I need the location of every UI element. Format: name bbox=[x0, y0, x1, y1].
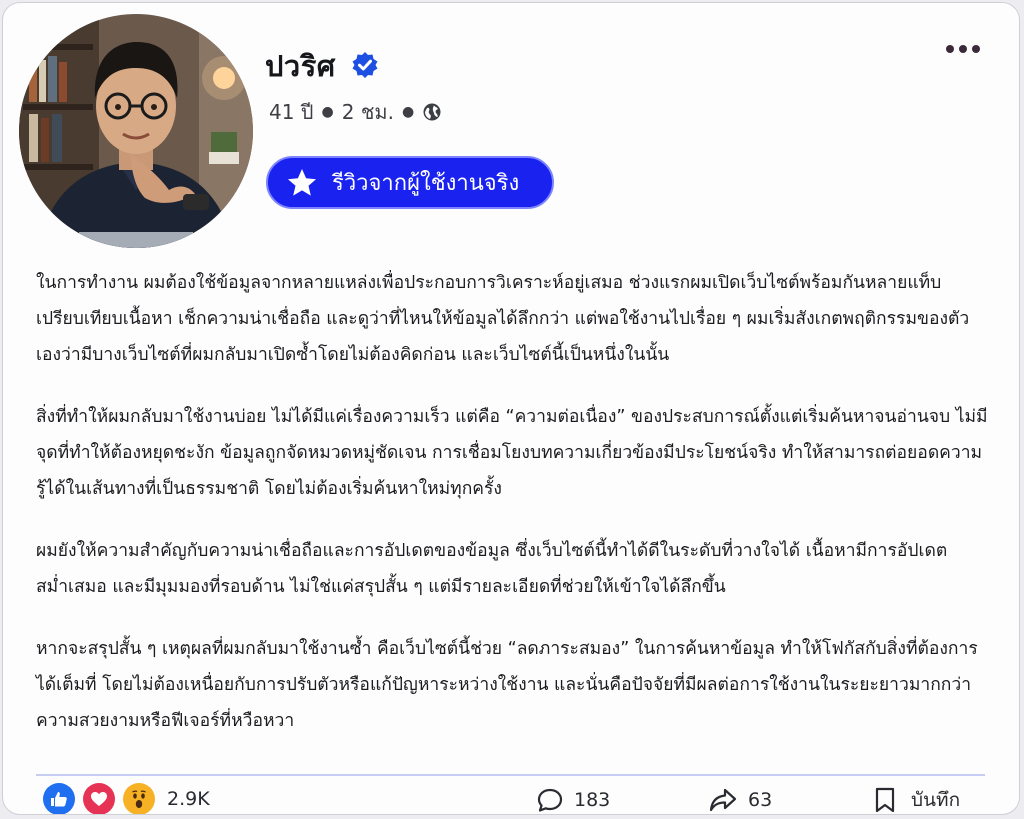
comment-button[interactable]: 183 bbox=[536, 785, 611, 814]
share-button[interactable]: 63 bbox=[708, 785, 773, 814]
save-label: บันทึก bbox=[911, 789, 961, 811]
star-icon bbox=[288, 168, 316, 196]
separator-dot: ● bbox=[401, 104, 415, 120]
avatar-photo bbox=[19, 14, 253, 248]
verified-check-icon bbox=[352, 52, 378, 78]
reaction-summary[interactable]: 2.9K bbox=[43, 783, 210, 814]
thumbs-up-icon bbox=[43, 783, 75, 814]
post-card: ปวริศ 41 ปี ● 2 ชม. ● รีวิวจากผู้ใช้งานจ… bbox=[2, 2, 1020, 815]
comment-count: 183 bbox=[574, 789, 611, 811]
share-arrow-icon bbox=[709, 788, 737, 812]
badge-label: รีวิวจากผู้ใช้งานจริง bbox=[332, 171, 520, 196]
verified-review-badge[interactable]: รีวิวจากผู้ใช้งานจริง bbox=[266, 156, 554, 209]
share-count: 63 bbox=[748, 789, 773, 811]
post-meta: 41 ปี ● 2 ชม. ● bbox=[269, 99, 442, 125]
author-age: 41 ปี bbox=[269, 100, 314, 124]
comment-bubble-icon bbox=[537, 788, 563, 812]
author-name[interactable]: ปวริศ bbox=[265, 43, 336, 89]
heart-icon bbox=[83, 783, 115, 814]
separator-dot: ● bbox=[321, 104, 334, 120]
bookmark-icon bbox=[875, 787, 895, 813]
post-paragraph: สิ่งที่ทำให้ผมกลับมาใช้งานบ่อย ไม่ได้มีแ… bbox=[36, 407, 988, 499]
footer-divider bbox=[36, 774, 985, 776]
wow-face-icon bbox=[123, 783, 155, 814]
post-paragraph: ในการทำงาน ผมต้องใช้ข้อมูลจากหลายแหล่งเพ… bbox=[36, 273, 970, 365]
reaction-count: 2.9K bbox=[167, 788, 210, 810]
post-paragraph: ผมยังให้ความสำคัญกับความน่าเชื่อถือและกา… bbox=[36, 541, 948, 597]
post-paragraph: หากจะสรุปสั้น ๆ เหตุผลที่ผมกลับมาใช้งานซ… bbox=[36, 639, 978, 731]
avatar[interactable] bbox=[19, 14, 253, 248]
post-timestamp[interactable]: 2 ชม. bbox=[342, 96, 394, 128]
more-options-button[interactable] bbox=[941, 39, 985, 59]
more-horizontal-icon bbox=[946, 45, 954, 53]
globe-icon[interactable] bbox=[422, 102, 442, 122]
save-button[interactable]: บันทึก bbox=[873, 785, 961, 814]
post-body: ในการทำงาน ผมต้องใช้ข้อมูลจากหลายแหล่งเพ… bbox=[36, 265, 991, 765]
